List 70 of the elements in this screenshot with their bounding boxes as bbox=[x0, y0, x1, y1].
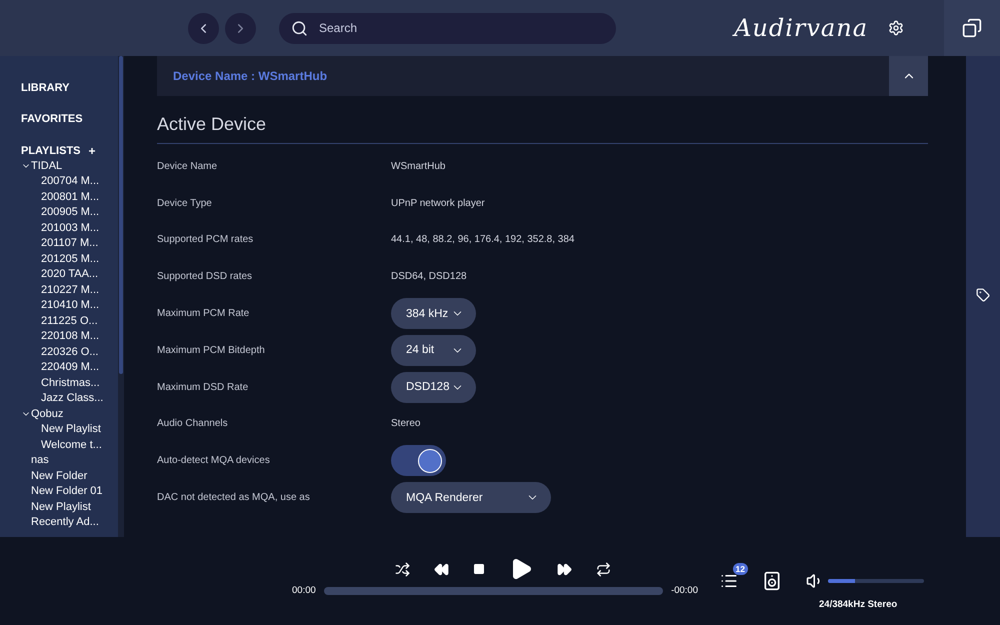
playlist-item[interactable]: 201107 M... bbox=[21, 236, 118, 251]
shuffle-button[interactable] bbox=[395, 562, 410, 576]
rewind-button[interactable] bbox=[434, 562, 449, 576]
app-logo: Audirvana bbox=[734, 14, 868, 42]
playlist-item[interactable]: Recently Ad... bbox=[21, 514, 118, 530]
scrollbar-thumb[interactable] bbox=[119, 56, 123, 374]
dropdown[interactable]: MQA Renderer bbox=[391, 482, 551, 514]
setting-label: Maximum DSD Rate bbox=[157, 382, 250, 393]
dropdown[interactable]: 24 bit bbox=[391, 334, 476, 366]
setting-label: Device Name bbox=[157, 160, 218, 172]
setting-label: Supported DSD rates bbox=[157, 271, 254, 282]
sidebar-section[interactable]: FAVORITES bbox=[21, 113, 118, 125]
playlist-item[interactable]: 201003 M... bbox=[21, 220, 118, 236]
stop-button[interactable] bbox=[473, 563, 485, 575]
audio-format: 24/384kHz Stereo bbox=[819, 599, 898, 610]
playlist-item[interactable]: 200905 M... bbox=[21, 204, 118, 220]
playlist-item[interactable]: New Folder bbox=[21, 468, 118, 484]
setting-label: Device Type bbox=[157, 198, 213, 209]
search-field[interactable]: Search bbox=[279, 12, 616, 44]
queue-button[interactable] bbox=[720, 572, 738, 590]
setting-value: UPnP network player bbox=[391, 198, 485, 209]
sidebar-section[interactable]: LIBRARY bbox=[21, 82, 118, 94]
elapsed-time: 00:00 bbox=[292, 585, 316, 596]
playlist-item[interactable]: New Folder 01 bbox=[21, 484, 118, 499]
repeat-button[interactable] bbox=[596, 562, 611, 576]
playlist-item[interactable]: nas bbox=[21, 452, 118, 468]
playlist-item[interactable]: 211225 O... bbox=[21, 313, 118, 328]
sidebar-section[interactable]: PLAYLISTS bbox=[21, 145, 80, 157]
window-button[interactable] bbox=[944, 0, 1000, 56]
setting-value: WSmartHub bbox=[391, 160, 446, 172]
overlapping-squares-icon bbox=[962, 18, 982, 38]
remaining-time: -00:00 bbox=[671, 585, 698, 596]
playlist-item[interactable]: 200801 M... bbox=[21, 189, 118, 204]
dropdown[interactable]: DSD128 bbox=[391, 372, 476, 403]
fast-forward-button[interactable] bbox=[557, 562, 572, 576]
section-title: Active Device bbox=[157, 96, 928, 144]
setting-label: DAC not detected as MQA, use as bbox=[157, 492, 311, 504]
setting-label: Maximum PCM Rate bbox=[157, 308, 250, 320]
playlist-item[interactable]: New Playlist bbox=[21, 422, 118, 437]
playlist-item[interactable]: 220326 O... bbox=[21, 344, 118, 360]
playlist-item[interactable]: 201205 M... bbox=[21, 251, 118, 266]
playlist-item[interactable]: 220108 M... bbox=[21, 328, 118, 344]
dropdown[interactable]: 384 kHz bbox=[391, 298, 476, 330]
setting-label: Auto-detect MQA devices bbox=[157, 455, 271, 466]
playlist-item[interactable]: 210227 M... bbox=[21, 282, 118, 298]
device-title: Device Name : WSmartHub bbox=[173, 69, 328, 83]
playlist-item[interactable]: Welcome t... bbox=[21, 437, 118, 452]
playlist-item[interactable]: 2020 TAA... bbox=[21, 266, 118, 282]
setting-label: Supported PCM rates bbox=[157, 234, 254, 246]
remote-speaker-button[interactable] bbox=[762, 571, 782, 591]
setting-value: Stereo bbox=[391, 418, 420, 430]
setting-label: Audio Channels bbox=[157, 418, 229, 430]
setting-value: 44.1, 48, 88.2, 96, 176.4, 192, 352.8, 384 bbox=[391, 234, 574, 246]
settings-button[interactable] bbox=[888, 20, 904, 36]
search-icon bbox=[291, 20, 308, 36]
playlist-item[interactable]: New Playlist bbox=[21, 499, 118, 514]
playlist-item[interactable]: 210410 M... bbox=[21, 298, 118, 313]
setting-label: Maximum PCM Bitdepth bbox=[157, 344, 266, 356]
playlist-item[interactable]: Jazz Class... bbox=[21, 390, 118, 406]
playlist-item[interactable]: 220409 M... bbox=[21, 360, 118, 375]
playlist-item[interactable]: Christmas... bbox=[21, 375, 118, 390]
playlist-item[interactable]: 200704 M... bbox=[21, 174, 118, 189]
add-playlist-button[interactable]: + bbox=[88, 144, 96, 158]
tag-icon[interactable] bbox=[976, 288, 990, 302]
playlist-item[interactable]: Qobuz bbox=[21, 406, 118, 422]
toggle-switch[interactable] bbox=[391, 445, 446, 476]
queue-count: 12 bbox=[732, 563, 748, 575]
playlist-item[interactable]: TIDAL bbox=[21, 158, 118, 174]
setting-value: DSD64, DSD128 bbox=[391, 271, 467, 282]
volume-slider[interactable] bbox=[828, 579, 924, 583]
